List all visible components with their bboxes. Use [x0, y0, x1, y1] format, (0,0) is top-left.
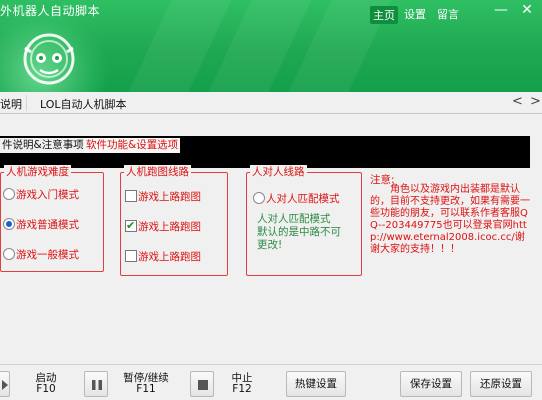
start-button[interactable]: 启动 F10	[28, 373, 64, 395]
pvp-hint-text: 人对人匹配模式 默认的是中路不可更改!	[257, 213, 341, 251]
option-label: 游戏上路跑图	[138, 251, 201, 263]
message-button[interactable]: 留言	[437, 6, 459, 22]
radio-button[interactable]	[3, 188, 15, 200]
tab-instructions[interactable]: 说明	[0, 96, 22, 112]
settings-button[interactable]: 设置	[404, 6, 426, 22]
subtab-strip: 件说明&注意事项 软件功能&设置选项	[0, 136, 530, 168]
difficulty-option-beginner[interactable]: 游戏入门模式	[3, 187, 79, 203]
route-option-3[interactable]: 游戏上路跑图	[125, 249, 201, 265]
bottom-toolbar: 启动 F10 暂停/继续 F11 中止 F12 热键设置 保存设置 还原设置	[0, 364, 542, 400]
pvp-option-match[interactable]: 人对人匹配模式	[253, 191, 340, 207]
app-title: 外机器人自动脚本	[0, 4, 101, 18]
chevron-left-icon[interactable]: <	[512, 94, 523, 109]
chevron-right-icon[interactable]: >	[530, 94, 541, 109]
option-label: 游戏一般模式	[16, 249, 79, 261]
checkbox[interactable]	[125, 190, 137, 202]
pause-icon[interactable]	[84, 371, 108, 397]
stop-icon[interactable]	[190, 371, 214, 397]
pause-button[interactable]: 暂停/继续 F11	[114, 373, 178, 395]
robot-logo-icon	[23, 33, 75, 85]
radio-button[interactable]	[253, 192, 265, 204]
note-text: 角色以及游戏内出装都是默认的，目前不支持更改，如果有需要一些功能的朋友，可以联系…	[370, 184, 530, 255]
route-option-2[interactable]: 游戏上路跑图	[125, 218, 201, 235]
route-group: 人机跑图线路 游戏上路跑图 游戏上路跑图 游戏上路跑图	[120, 165, 228, 276]
pvp-group: 人对人线路 人对人匹配模式 人对人匹配模式 默认的是中路不可更改!	[246, 165, 362, 276]
checkbox[interactable]	[125, 250, 137, 262]
hotkey-settings-button[interactable]: 热键设置	[286, 371, 346, 397]
radio-button-selected[interactable]	[3, 218, 15, 230]
route-option-1[interactable]: 游戏上路跑图	[125, 189, 201, 205]
checkbox-checked[interactable]	[125, 218, 137, 234]
start-hotkey: F10	[36, 383, 56, 395]
tab-bar: 说明 LOL自动人机脚本 < >	[0, 92, 542, 114]
difficulty-group: 人机游戏难度 游戏入门模式 游戏普通模式 游戏一般模式	[0, 165, 104, 272]
main-panel: 件说明&注意事项 软件功能&设置选项 人机游戏难度 游戏入门模式 游戏普通模式 …	[0, 114, 542, 364]
difficulty-option-general[interactable]: 游戏一般模式	[3, 247, 79, 263]
restore-settings-button[interactable]: 还原设置	[470, 371, 532, 397]
tab-lol-script[interactable]: LOL自动人机脚本	[40, 96, 127, 112]
subtab-settings[interactable]: 软件功能&设置选项	[84, 138, 181, 153]
pause-hotkey: F11	[136, 383, 156, 395]
close-icon[interactable]: ✕	[520, 3, 534, 18]
route-group-title: 人机跑图线路	[124, 165, 191, 179]
tab-divider	[26, 95, 27, 111]
stop-button[interactable]: 中止 F12	[222, 373, 262, 395]
option-label: 游戏上路跑图	[138, 221, 201, 233]
option-label: 游戏入门模式	[16, 189, 79, 201]
difficulty-group-title: 人机游戏难度	[4, 165, 71, 179]
play-icon[interactable]	[0, 371, 10, 397]
minimize-icon[interactable]: —	[494, 3, 508, 18]
difficulty-option-normal[interactable]: 游戏普通模式	[3, 217, 79, 233]
stop-hotkey: F12	[232, 383, 252, 395]
save-settings-button[interactable]: 保存设置	[400, 371, 462, 397]
option-label: 游戏上路跑图	[138, 191, 201, 203]
app-header: 外机器人自动脚本 主页 设置 留言 — ✕	[0, 0, 542, 92]
subtab-instructions[interactable]: 件说明&注意事项	[0, 138, 86, 153]
option-label: 人对人匹配模式	[266, 193, 340, 205]
option-label: 游戏普通模式	[16, 219, 79, 231]
pvp-group-title: 人对人线路	[250, 165, 307, 179]
radio-button[interactable]	[3, 248, 15, 260]
home-button[interactable]: 主页	[370, 6, 398, 24]
